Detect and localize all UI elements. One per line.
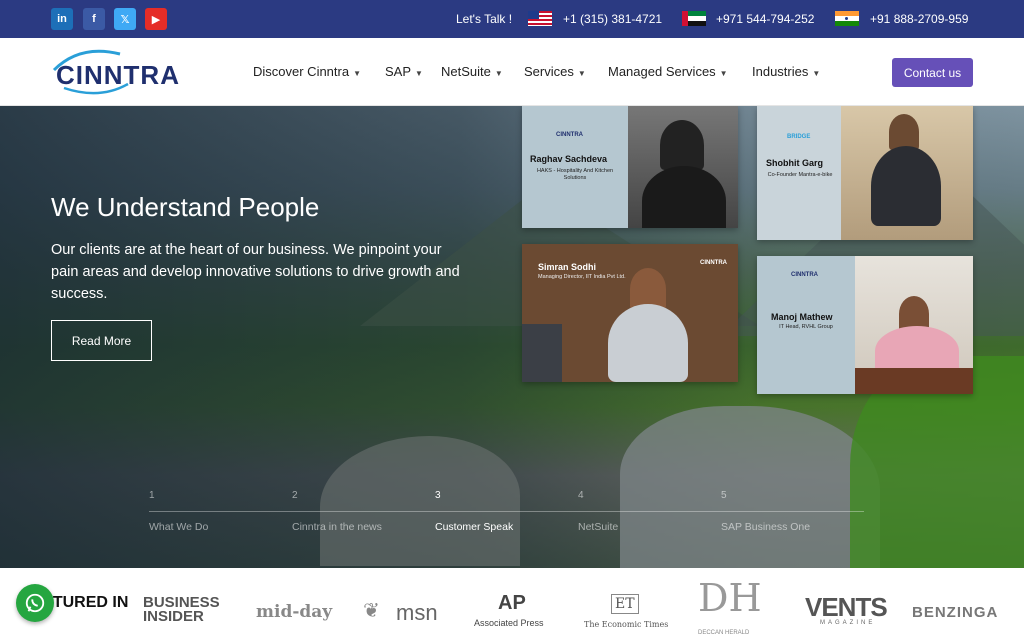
benzinga-logo: BENZINGA	[912, 604, 999, 621]
slider-tab-what-we-do[interactable]: 1 What We Do	[149, 490, 289, 533]
india-flag-icon	[835, 11, 859, 26]
read-more-button[interactable]: Read More	[51, 320, 152, 361]
card-panel: BRIDGE Shobhit Garg Co-Founder Mantra-e-…	[757, 106, 841, 240]
nav-sap[interactable]: SAP ▼	[385, 64, 423, 79]
card-name: Manoj Mathew	[771, 312, 833, 322]
hero-description: Our clients are at the heart of our busi…	[51, 242, 460, 302]
slider-tab-customer-speak[interactable]: 3 Customer Speak	[435, 490, 575, 533]
x-twitter-icon[interactable]: 𝕏	[114, 8, 136, 30]
person-body	[642, 166, 726, 228]
uae-flag-icon	[682, 11, 706, 26]
logo-text: CINNTRA	[56, 60, 180, 90]
whatsapp-icon	[25, 593, 45, 613]
testimonial-card[interactable]: CINNTRA Manoj Mathew IT Head, RVHL Group	[757, 256, 973, 394]
hero-title: We Understand People	[51, 192, 320, 222]
vents-magazine-label: MAGAZINE	[820, 620, 876, 626]
slider-tab-cinntra-news[interactable]: 2 Cinntra in the news	[292, 490, 432, 533]
person-photo	[841, 106, 973, 240]
chevron-down-icon: ▼	[719, 69, 728, 78]
testimonial-card[interactable]: BRIDGE Shobhit Garg Co-Founder Mantra-e-…	[757, 106, 973, 240]
rock-shape	[620, 406, 880, 568]
person-body	[871, 146, 941, 226]
main-navbar: CINNTRA Discover Cinntra ▼ SAP ▼ NetSuite ▼…	[0, 38, 1024, 106]
person-photo	[855, 256, 973, 394]
card-brand: CINNTRA	[556, 132, 583, 138]
card-panel: CINNTRA Manoj Mathew IT Head, RVHL Group	[757, 256, 855, 394]
contact-us-button[interactable]: Contact us	[892, 58, 973, 87]
laptop-shape	[522, 324, 562, 382]
phone-us[interactable]: +1 (315) 381-4721	[563, 12, 662, 26]
economic-times-label: The Economic Times	[584, 620, 669, 629]
card-name: Simran Sodhi	[538, 262, 597, 272]
linkedin-icon[interactable]: in	[51, 8, 73, 30]
card-name: Raghav Sachdeva	[530, 154, 608, 164]
chevron-down-icon: ▼	[577, 69, 586, 78]
lets-talk-label: Let's Talk !	[456, 12, 513, 26]
mid-day-logo: mid-day	[256, 602, 333, 622]
whatsapp-button[interactable]	[16, 584, 54, 622]
slider-navigation: 1 What We Do 2 Cinntra in the news 3 Custom…	[149, 490, 864, 540]
card-brand: CINNTRA	[700, 260, 727, 266]
card-role: IT Head, RVHL Group	[779, 324, 833, 330]
chevron-down-icon: ▼	[415, 69, 423, 78]
nav-industries[interactable]: Industries ▼	[752, 64, 820, 79]
card-role: Co-Founder Mantra-e-bike	[767, 172, 833, 178]
msn-logo: msn	[396, 600, 438, 625]
desk-shape	[855, 368, 973, 394]
card-role: Managing Director, IIT India Pvt Ltd.	[538, 274, 626, 280]
vents-logo: VENTS	[805, 592, 888, 622]
featured-in-strip: FEATURED IN BUSINESS INSIDER mid-day msn…	[0, 568, 1024, 640]
hero-section: We Understand People Our clients are at …	[0, 106, 1024, 568]
slider-tab-sap-business-one[interactable]: 5 SAP Business One	[721, 490, 861, 533]
testimonial-card[interactable]: Simran Sodhi Managing Director, IIT Indi…	[522, 244, 738, 382]
associated-press-label: Associated Press	[474, 618, 544, 628]
slider-tab-netsuite[interactable]: 4 NetSuite	[578, 490, 718, 533]
business-insider-logo: BUSINESS INSIDER	[143, 594, 220, 625]
chevron-down-icon: ▼	[812, 69, 821, 78]
person-body	[608, 304, 688, 382]
ap-logo: AP	[498, 592, 526, 614]
card-role: HAKS - Hospitality And Kitchen Solutions	[536, 168, 614, 181]
nav-services[interactable]: Services ▼	[524, 64, 586, 79]
top-bar: in f 𝕏 ▶ Let's Talk ! +1 (315) 381-4721 …	[0, 0, 1024, 38]
us-flag-icon	[528, 11, 552, 26]
card-name: Shobhit Garg	[766, 158, 823, 168]
phone-india[interactable]: +91 888-2709-959	[870, 12, 968, 26]
person-head	[660, 120, 704, 170]
cinntra-logo[interactable]: CINNTRA	[50, 48, 179, 96]
nav-discover-cinntra[interactable]: Discover Cinntra ▼	[253, 64, 361, 79]
deccan-herald-label: DECCAN HERALD	[698, 630, 750, 636]
chevron-down-icon: ▼	[353, 69, 362, 78]
youtube-icon[interactable]: ▶	[145, 8, 167, 30]
card-brand: CINNTRA	[791, 272, 818, 278]
et-logo: ET	[611, 594, 639, 614]
nav-managed-services[interactable]: Managed Services ▼	[608, 64, 728, 79]
phone-uae[interactable]: +971 544-794-252	[716, 12, 814, 26]
facebook-icon[interactable]: f	[83, 8, 105, 30]
person-photo	[628, 106, 738, 228]
testimonial-card[interactable]: CINNTRA Raghav Sachdeva HAKS - Hospitali…	[522, 106, 738, 228]
msn-butterfly-icon: ❦	[363, 600, 380, 622]
card-brand: BRIDGE	[787, 134, 811, 140]
dh-logo: DH	[698, 576, 762, 620]
person-head	[889, 114, 919, 150]
card-panel: CINNTRA Raghav Sachdeva HAKS - Hospitali…	[522, 106, 628, 228]
nav-netsuite[interactable]: NetSuite ▼	[441, 64, 503, 79]
chevron-down-icon: ▼	[494, 69, 503, 78]
